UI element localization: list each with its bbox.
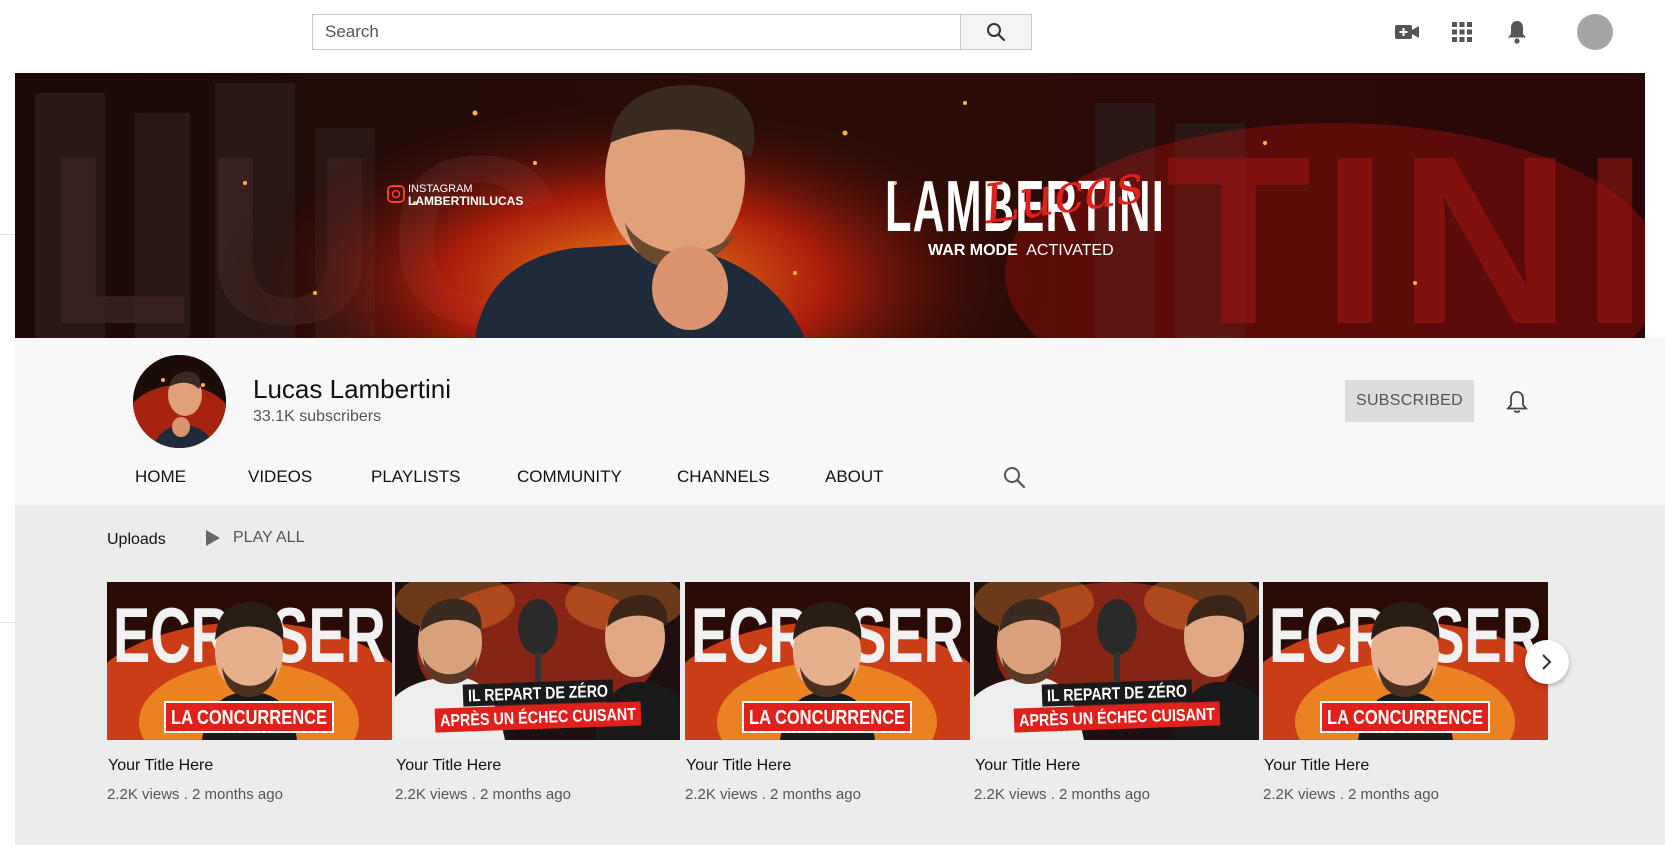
tab-videos[interactable]: VIDEOS bbox=[248, 448, 312, 505]
search-button[interactable] bbox=[960, 14, 1032, 50]
thumb-banner-text: LA CONCURRENCE bbox=[171, 707, 327, 729]
tab-about[interactable]: ABOUT bbox=[825, 448, 884, 505]
top-bar bbox=[0, 0, 1665, 73]
video-title[interactable]: Your Title Here bbox=[974, 757, 1259, 775]
video-meta: 2.2K views . 2 months ago bbox=[974, 786, 1150, 803]
banner-artwork: LUCA TINI INSTAGRAM LAMBERTINILUCAS bbox=[15, 73, 1645, 338]
create-video-icon[interactable] bbox=[1394, 20, 1419, 45]
video-thumbnail[interactable]: ECRASERLA CONCURRENCE bbox=[107, 582, 392, 740]
channel-banner: LUCA TINI INSTAGRAM LAMBERTINILUCAS bbox=[15, 73, 1645, 338]
video-card[interactable]: ECRASERLA CONCURRENCE Your Title Here 2.2K… bbox=[107, 582, 392, 803]
video-card[interactable]: IL REPART DE ZÉRO APRÈS UN ÉCHEC CUISANT Y… bbox=[974, 582, 1259, 803]
play-icon bbox=[206, 530, 220, 546]
video-meta: 2.2K views . 2 months ago bbox=[1263, 786, 1439, 803]
video-meta: 2.2K views . 2 months ago bbox=[395, 786, 571, 803]
subscribed-button[interactable]: SUBSCRIBED bbox=[1345, 380, 1474, 422]
divider bbox=[0, 234, 15, 235]
search-box bbox=[312, 14, 1032, 50]
video-thumbnail[interactable]: IL REPART DE ZÉRO APRÈS UN ÉCHEC CUISANT bbox=[974, 582, 1259, 740]
uploads-heading: Uploads bbox=[107, 531, 166, 548]
search-icon bbox=[987, 23, 1006, 42]
svg-text:WAR MODE ACTIVATED: WAR MODE ACTIVATED bbox=[928, 242, 1114, 259]
apps-grid-icon[interactable] bbox=[1449, 20, 1474, 45]
search-input[interactable] bbox=[312, 14, 960, 50]
video-thumbnail[interactable]: ECRASERLA CONCURRENCE bbox=[685, 582, 970, 740]
channel-avatar[interactable] bbox=[133, 355, 226, 448]
thumb-banner-text: LA CONCURRENCE bbox=[749, 707, 905, 729]
video-title[interactable]: Your Title Here bbox=[685, 757, 970, 775]
notification-bell-button[interactable] bbox=[1503, 388, 1531, 416]
notifications-bell-icon[interactable] bbox=[1504, 20, 1529, 45]
video-card[interactable]: IL REPART DE ZÉRO APRÈS UN ÉCHEC CUISANT Y… bbox=[395, 582, 680, 803]
tab-channels[interactable]: CHANNELS bbox=[677, 448, 770, 505]
tab-playlists[interactable]: PLAYLISTS bbox=[371, 448, 460, 505]
thumb-banner-text: LA CONCURRENCE bbox=[1327, 707, 1483, 729]
channel-search-icon[interactable] bbox=[1002, 465, 1026, 489]
uploads-section: Uploads PLAY ALL ECRASERLA CONCURRENCEYo… bbox=[15, 505, 1665, 845]
channel-tabs: HOME VIDEOS PLAYLISTS COMMUNITY CHANNELS… bbox=[15, 448, 1665, 505]
tab-home[interactable]: HOME bbox=[135, 448, 186, 505]
video-meta: 2.2K views . 2 months ago bbox=[107, 786, 283, 803]
video-title[interactable]: Your Title Here bbox=[395, 757, 680, 775]
channel-name: Lucas Lambertini bbox=[253, 374, 451, 404]
banner-tagline-bold: WAR MODE bbox=[928, 242, 1018, 259]
video-meta: 2.2K views . 2 months ago bbox=[685, 786, 861, 803]
banner-tagline-rest: ACTIVATED bbox=[1026, 242, 1113, 259]
video-title[interactable]: Your Title Here bbox=[1263, 757, 1548, 775]
video-thumbnail[interactable]: IL REPART DE ZÉRO APRÈS UN ÉCHEC CUISANT bbox=[395, 582, 680, 740]
video-title[interactable]: Your Title Here bbox=[107, 757, 392, 775]
video-card[interactable]: ECRASERLA CONCURRENCE Your Title Here 2.2K… bbox=[1263, 582, 1548, 803]
play-all-button[interactable]: PLAY ALL bbox=[205, 529, 304, 547]
channel-header: Lucas Lambertini 33.1K subscribers SUBSC… bbox=[15, 338, 1665, 505]
banner-instagram-handle: LAMBERTINILUCAS bbox=[408, 194, 523, 208]
top-icons bbox=[1394, 14, 1613, 50]
tab-community[interactable]: COMMUNITY bbox=[517, 448, 622, 505]
play-all-label: PLAY ALL bbox=[233, 529, 305, 546]
video-card[interactable]: ECRASERLA CONCURRENCE Your Title Here 2.2K… bbox=[685, 582, 970, 803]
divider bbox=[0, 622, 15, 623]
chevron-right-icon bbox=[1542, 654, 1552, 670]
video-thumbnail[interactable]: ECRASERLA CONCURRENCE bbox=[1263, 582, 1548, 740]
shelf-next-button[interactable] bbox=[1525, 640, 1569, 684]
bell-outline-icon bbox=[1506, 391, 1528, 413]
subscriber-count: 33.1K subscribers bbox=[253, 408, 382, 425]
account-avatar[interactable] bbox=[1577, 14, 1613, 50]
